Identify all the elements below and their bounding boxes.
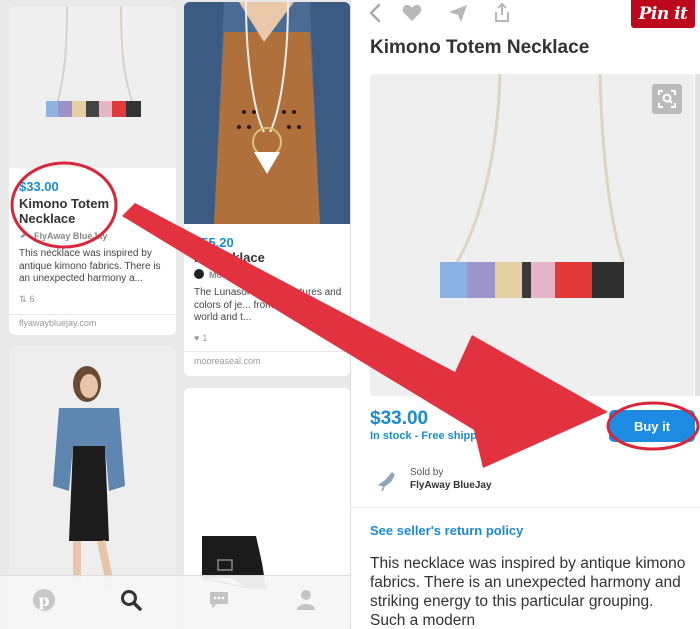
heart-icon[interactable] (401, 2, 423, 24)
visual-search-button[interactable] (652, 84, 682, 114)
sold-by-label: Sold by (410, 467, 444, 478)
nav-search[interactable] (111, 583, 151, 623)
return-policy-link[interactable]: See seller's return policy (370, 523, 523, 538)
pin-image-necklace[interactable] (9, 6, 176, 168)
sold-by-row[interactable]: Sold by FlyAway BlueJay (370, 461, 695, 503)
repin-count: ⇅ 6 (19, 293, 35, 305)
seller-avatar-icon (194, 269, 204, 281)
svg-text:p: p (38, 591, 49, 610)
nav-home[interactable]: p (24, 583, 64, 623)
pin-detail-panel: Pin it Kimono Totem Necklace $33.00 In s… (350, 0, 700, 629)
message-bubble-icon (207, 588, 231, 617)
pin-seller-name: FlyAway BlueJay (34, 231, 108, 241)
pin-it-button[interactable]: Pin it (631, 0, 695, 28)
detail-price: $33.00 (370, 408, 429, 429)
heart-icon: ♥ (194, 332, 200, 343)
pin-card-kimono-necklace[interactable]: $33.00 Kimono Totem Necklace FlyAway Blu… (9, 6, 176, 335)
bird-icon (376, 469, 400, 498)
pin-title[interactable]: Kimono Totem Necklace (19, 196, 119, 226)
pinterest-logo-icon: p (32, 588, 56, 617)
nav-profile[interactable] (286, 583, 326, 623)
pin-title[interactable]: ... Necklace (194, 250, 344, 265)
pin-feed: $33.00 Kimono Totem Necklace FlyAway Blu… (0, 0, 350, 629)
pin-domain[interactable]: mooreaseal.com (194, 356, 261, 366)
seller-name[interactable]: FlyAway BlueJay (410, 480, 492, 491)
bottom-nav-bar: p (0, 575, 350, 629)
buy-it-button[interactable]: Buy it (609, 410, 695, 442)
pin-card-necklace-2[interactable]: $55.20 ... Necklace Moore... The Lunasol… (184, 2, 350, 376)
pin-seller[interactable]: FlyAway BlueJay (19, 230, 170, 242)
pin-price: $55.20 (194, 235, 234, 250)
pin-description: The Lunasol line c... textures and color… (194, 287, 342, 323)
pin-detail-title: Kimono Totem Necklace (370, 37, 590, 58)
nav-messages[interactable] (199, 583, 239, 623)
send-icon[interactable] (447, 2, 469, 24)
pin-domain[interactable]: flyawaybluejay.com (19, 318, 96, 328)
back-chevron-icon[interactable] (365, 2, 387, 24)
pin-seller[interactable]: Moore... (194, 269, 344, 281)
pin-long-description: This necklace was inspired by antique ki… (370, 555, 686, 629)
pin-detail-image[interactable] (370, 74, 694, 396)
detail-toolbar: Pin it (351, 0, 700, 28)
pin-price: $33.00 (19, 179, 59, 194)
pin-description: This necklace was inspired by antique ki… (19, 248, 161, 284)
repin-icon: ⇅ (19, 293, 27, 304)
share-icon[interactable] (491, 2, 513, 24)
stock-status: In stock - Free shipping (370, 430, 494, 442)
like-count: ♥ 1 (194, 332, 208, 343)
next-pin-peek[interactable] (695, 74, 700, 396)
visual-search-icon (658, 90, 676, 108)
pin-image-denim-necklace[interactable] (184, 2, 350, 224)
search-icon (119, 588, 143, 617)
bird-icon (19, 230, 29, 242)
person-icon (294, 588, 318, 617)
